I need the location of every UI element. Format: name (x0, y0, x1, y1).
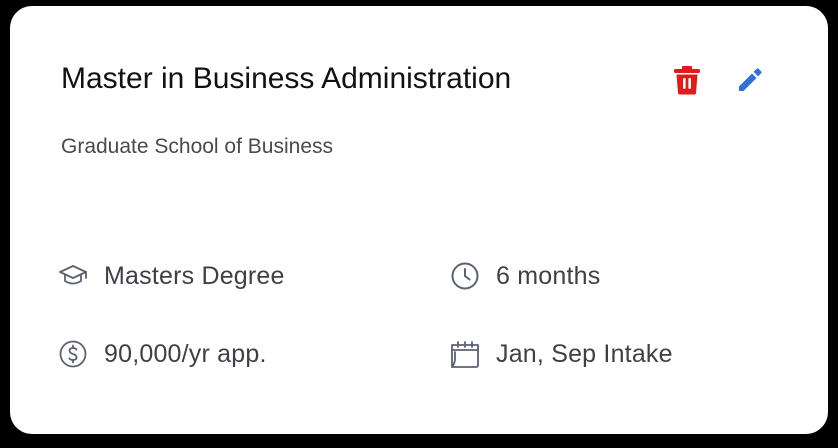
intake-info: Jan, Sep Intake (448, 337, 673, 371)
pencil-icon (739, 68, 762, 91)
intake-text: Jan, Sep Intake (496, 340, 673, 368)
trash-icon (674, 66, 700, 95)
degree-text: Masters Degree (104, 262, 285, 290)
fee-text: 90,000/yr app. (104, 340, 267, 368)
edit-button[interactable] (733, 63, 767, 97)
duration-info: 6 months (448, 259, 600, 293)
program-card: Master in Business Administration Gradua… (10, 6, 828, 434)
school-name: Graduate School of Business (61, 135, 333, 158)
clock-icon (448, 259, 482, 293)
delete-button[interactable] (670, 63, 704, 97)
graduation-cap-icon (56, 259, 90, 293)
program-title: Master in Business Administration (61, 62, 512, 95)
degree-info: Masters Degree (56, 259, 285, 293)
dollar-circle-icon (56, 337, 90, 371)
fee-info: 90,000/yr app. (56, 337, 267, 371)
duration-text: 6 months (496, 262, 601, 290)
calendar-icon (448, 337, 482, 371)
